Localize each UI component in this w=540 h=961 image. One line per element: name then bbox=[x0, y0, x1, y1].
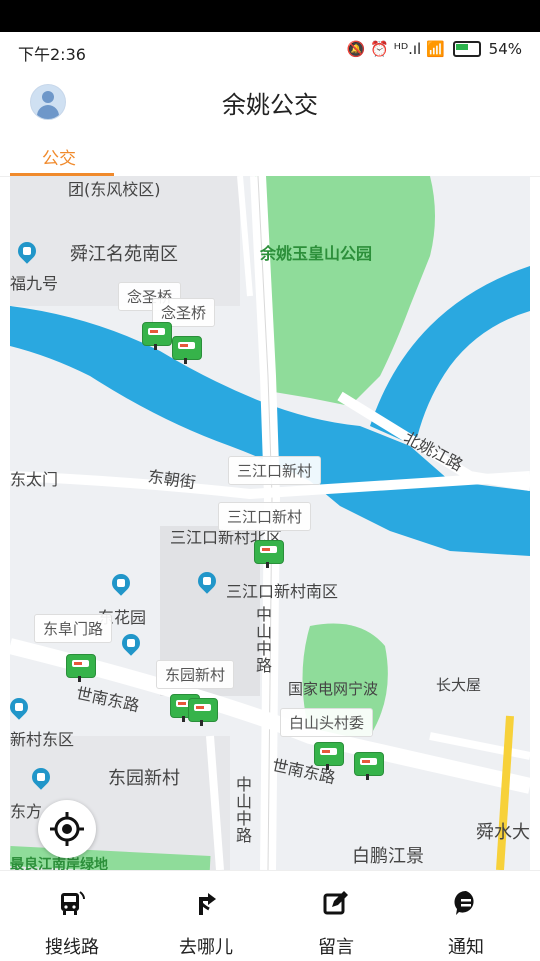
nav-message[interactable]: 留言 bbox=[276, 879, 396, 959]
map-label: 三江口新村南区 bbox=[226, 582, 339, 601]
bus-stop-icon[interactable] bbox=[354, 752, 384, 780]
map-label: 团(东风校区) bbox=[68, 180, 161, 199]
nav-label: 搜线路 bbox=[45, 937, 99, 958]
tab-bus-label: 公交 bbox=[42, 149, 76, 169]
map-poi-icon bbox=[28, 764, 54, 790]
bottom-navigation: 搜线路 去哪儿 留言 通知 bbox=[0, 870, 540, 961]
map-label: 中山中路 bbox=[256, 605, 273, 675]
bus-stop-icon[interactable] bbox=[314, 742, 344, 770]
bus-stop-tag[interactable]: 三江口新村 bbox=[218, 502, 312, 531]
page-title: 余姚公交 bbox=[222, 91, 318, 119]
map-label: 余姚玉皇山公园 bbox=[260, 244, 373, 263]
tab-bus[interactable]: 公交 bbox=[10, 132, 114, 176]
nav-notice[interactable]: 通知 bbox=[406, 879, 526, 959]
tab-bar: 公交 bbox=[0, 132, 540, 177]
map-label: 福九号 bbox=[10, 274, 59, 293]
nav-label: 留言 bbox=[318, 937, 354, 958]
bus-stop-tag[interactable]: 东园新村 bbox=[156, 660, 235, 689]
system-top-bar bbox=[0, 0, 540, 32]
map-label: 东太门 bbox=[10, 470, 59, 489]
status-icons: 🔕 ⏰ ᴴᴰ.ıl 📶 54% bbox=[347, 40, 522, 58]
status-bar: 下午2:36 🔕 ⏰ ᴴᴰ.ıl 📶 54% bbox=[0, 32, 540, 70]
map-label: 东园新村 bbox=[108, 768, 180, 789]
map-poi-icon bbox=[108, 570, 134, 596]
map-label: 舜江名苑南区 bbox=[70, 244, 178, 265]
map-poi-icon bbox=[10, 694, 32, 720]
map-poi-icon bbox=[14, 238, 40, 264]
nav-search-line[interactable]: 搜线路 bbox=[12, 879, 132, 959]
map-label: 中山中路 bbox=[236, 775, 253, 845]
map-view[interactable]: 团(东风校区) 舜江名苑南区 福九号 余姚玉皇山公园 北姚江路 东太门 东朝街 … bbox=[10, 176, 530, 870]
map-label: 长大屋 bbox=[436, 676, 482, 694]
message-icon bbox=[454, 890, 474, 915]
battery-icon bbox=[452, 41, 481, 57]
map-label: 新村东区 bbox=[10, 730, 75, 749]
bus-stop-tag[interactable]: 东阜门路 bbox=[34, 614, 113, 643]
map-poi-icon bbox=[194, 568, 220, 594]
nav-label: 去哪儿 bbox=[179, 937, 233, 958]
bus-stop-icon[interactable] bbox=[188, 698, 218, 726]
bus-stop-tag[interactable]: 三江口新村 bbox=[228, 456, 322, 485]
map-label: 舜水大 bbox=[476, 822, 530, 843]
route-icon bbox=[199, 893, 216, 915]
map-label: 国家电网宁波 bbox=[288, 680, 379, 698]
bus-stop-icon[interactable] bbox=[172, 336, 202, 364]
bus-stop-icon[interactable] bbox=[66, 654, 96, 682]
status-indicator-icons: 🔕 ⏰ ᴴᴰ.ıl 📶 bbox=[346, 40, 445, 58]
bus-stop-icon[interactable] bbox=[142, 322, 172, 350]
crosshair-icon bbox=[50, 812, 84, 846]
edit-icon bbox=[323, 891, 348, 915]
battery-percent: 54% bbox=[488, 40, 522, 58]
bus-stop-tag[interactable]: 白山头村委 bbox=[280, 708, 374, 737]
bus-icon bbox=[61, 891, 85, 915]
locate-button[interactable] bbox=[38, 800, 96, 858]
app-header: 余姚公交 bbox=[0, 70, 540, 132]
bus-stop-icon[interactable] bbox=[254, 540, 284, 568]
nav-label: 通知 bbox=[448, 937, 484, 958]
nav-go-where[interactable]: 去哪儿 bbox=[146, 879, 266, 959]
map-label: 白鹏江景 bbox=[352, 846, 424, 867]
status-time: 下午2:36 bbox=[18, 45, 86, 64]
map-poi-icon bbox=[118, 630, 144, 656]
